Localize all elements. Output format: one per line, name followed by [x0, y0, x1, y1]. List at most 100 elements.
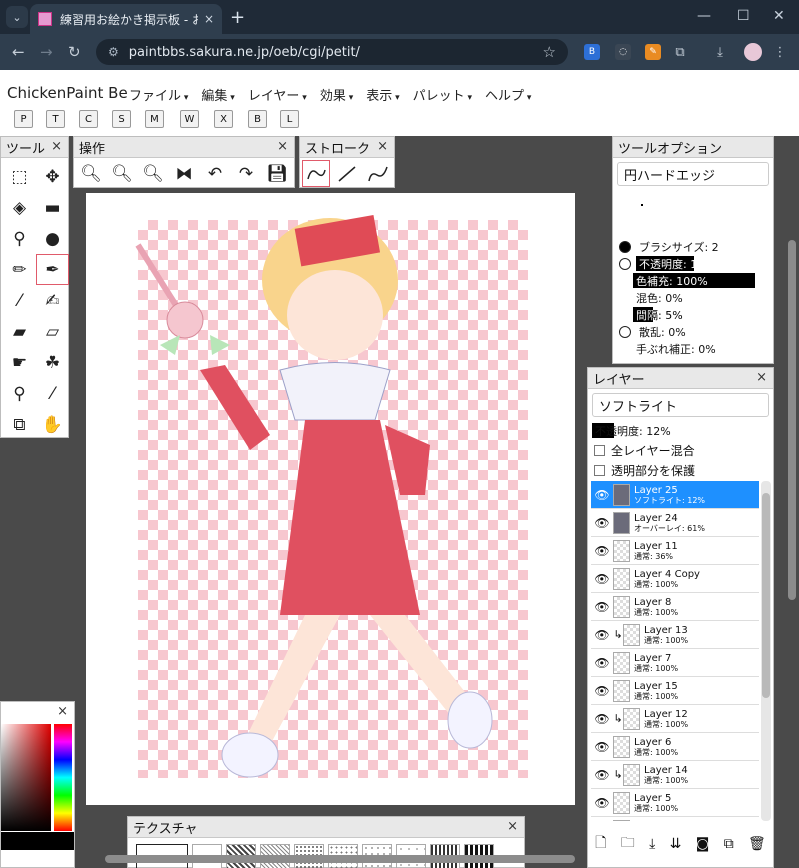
quick-button-p[interactable]: P [14, 110, 33, 128]
smudge-icon[interactable]: ☛ [4, 348, 35, 377]
flip-horizontal-icon[interactable]: ⧓ [171, 161, 197, 186]
rect-select-icon[interactable]: ⬚ [4, 162, 35, 191]
visibility-eye-icon[interactable]: 👁︎ [591, 684, 613, 698]
layer-row[interactable]: 👁︎ Layer 25 ソフトライト: 12% [591, 481, 759, 509]
menu-layer[interactable]: レイヤー [248, 85, 307, 104]
visibility-eye-icon[interactable]: 👁︎ [591, 600, 613, 614]
saturation-value-picker[interactable] [1, 724, 51, 831]
merge-down-icon[interactable]: ⤓ [649, 836, 655, 852]
layer-row[interactable]: 👁︎ ↳ Layer 12 通常: 100% [591, 705, 759, 733]
zoom-in-icon[interactable]: 🔍︎ [78, 161, 104, 186]
visibility-eye-icon[interactable]: 👁︎ [591, 628, 613, 642]
blender-icon[interactable]: ☘ [37, 348, 68, 377]
site-info-icon[interactable]: ⚙ [108, 45, 119, 59]
quick-button-m[interactable]: M [145, 110, 164, 128]
layer-scroll-thumb[interactable] [762, 493, 770, 698]
visibility-eye-icon[interactable]: 👁︎ [591, 740, 613, 754]
zoom-100-icon[interactable]: 🔍︎ [140, 161, 166, 186]
new-folder-icon[interactable]: 🗀 [621, 832, 635, 856]
duplicate-layer-icon[interactable]: ⧉ [724, 836, 734, 852]
extension-b-icon[interactable]: B [584, 44, 600, 60]
quick-button-c[interactable]: C [79, 110, 98, 128]
watercolor-icon[interactable]: ✍ [37, 286, 68, 315]
gradient-icon[interactable]: ▬ [37, 193, 68, 222]
extensions-puzzle-icon[interactable]: ⧉ [672, 44, 688, 60]
layer-row[interactable]: 👁︎Layer 21 [591, 817, 759, 821]
menu-palette[interactable]: パレット [413, 85, 472, 104]
visibility-eye-icon[interactable]: 👁︎ [591, 796, 613, 810]
minimize-button[interactable]: — [697, 8, 711, 24]
layer-opacity-slider[interactable]: 不透明度: 12% [592, 423, 671, 438]
layer-row[interactable]: 👁︎ Layer 6 通常: 100% [591, 733, 759, 761]
close-icon[interactable]: × [51, 139, 62, 154]
layer-row[interactable]: 👁︎ Layer 24 オーバーレイ: 61% [591, 509, 759, 537]
layer-row[interactable]: 👁︎ Layer 5 通常: 100% [591, 789, 759, 817]
menu-edit[interactable]: 編集 [201, 85, 234, 104]
brush-tip-select[interactable]: 円ハードエッジ [617, 162, 769, 186]
delete-layer-icon[interactable]: 🗑 [748, 836, 766, 852]
close-icon[interactable]: × [507, 819, 518, 834]
quick-button-b[interactable]: B [248, 110, 267, 128]
tab-search-button[interactable]: ⌄ [6, 6, 28, 28]
menu-effects[interactable]: 効果 [320, 85, 353, 104]
transform-icon[interactable]: ⧉ [4, 410, 35, 439]
tab-close-icon[interactable]: × [204, 12, 214, 26]
layer-row[interactable]: 👁︎ Layer 8 通常: 100% [591, 593, 759, 621]
quick-button-s[interactable]: S [112, 110, 131, 128]
forward-arrow-icon[interactable]: → [40, 43, 53, 61]
close-icon[interactable]: × [377, 139, 388, 154]
extension-orange-icon[interactable]: ✎ [645, 44, 661, 60]
download-icon[interactable]: ⤓ [712, 44, 728, 60]
undo-icon[interactable]: ↶ [202, 161, 228, 186]
close-icon[interactable]: × [277, 139, 288, 154]
smoothing-slider[interactable]: 手ぶれ補正: 0% [633, 341, 716, 356]
quick-button-l[interactable]: L [280, 110, 299, 128]
layer-row[interactable]: 👁︎ ↳ Layer 14 通常: 100% [591, 761, 759, 789]
visibility-eye-icon[interactable]: 👁︎ [591, 768, 613, 782]
url-text[interactable]: paintbbs.sakura.ne.jp/oeb/cgi/petit/ [129, 45, 543, 60]
visibility-eye-icon[interactable]: 👁︎ [591, 488, 613, 502]
scatter-slider[interactable]: 散乱: 0% [636, 324, 686, 339]
dodge-icon[interactable]: ⚲ [4, 379, 35, 408]
visibility-eye-icon[interactable]: 👁︎ [591, 516, 613, 530]
redo-icon[interactable]: ↷ [233, 161, 259, 186]
merge-all-checkbox[interactable] [594, 444, 605, 456]
eyedropper-icon[interactable]: ⚲ [4, 224, 35, 253]
hue-slider[interactable] [54, 724, 72, 831]
pen-icon[interactable]: ✒ [36, 254, 69, 285]
new-layer-icon[interactable]: 🗋 [595, 832, 606, 856]
move-icon[interactable]: ✥ [37, 162, 68, 191]
close-icon[interactable]: × [756, 370, 767, 385]
browser-menu-icon[interactable]: ⋮ [772, 44, 788, 60]
layer-row[interactable]: 👁︎ ↳ Layer 13 通常: 100% [591, 621, 759, 649]
canvas-horizontal-scrollbar[interactable] [105, 855, 575, 863]
close-window-button[interactable]: ✕ [773, 8, 785, 24]
airbrush-icon[interactable]: ⁄ [4, 286, 35, 315]
profile-avatar[interactable] [744, 43, 762, 61]
layer-row[interactable]: 👁︎ Layer 7 通常: 100% [591, 649, 759, 677]
merge-layer-icon[interactable]: ⇊ [670, 836, 682, 852]
bookmark-star-icon[interactable]: ☆ [543, 43, 556, 61]
opacity-radio[interactable] [619, 257, 631, 270]
blend-mode-select[interactable]: ソフトライト [592, 393, 769, 417]
quick-button-x[interactable]: X [214, 110, 233, 128]
zoom-out-icon[interactable]: 🔍︎ [109, 161, 135, 186]
reload-icon[interactable]: ↻ [68, 43, 81, 61]
soft-eraser-icon[interactable]: ▱ [37, 317, 68, 346]
scatter-radio[interactable] [619, 325, 631, 338]
menu-file[interactable]: ファイル [129, 85, 188, 104]
protect-alpha-checkbox[interactable] [594, 464, 605, 476]
visibility-eye-icon[interactable]: 👁︎ [591, 544, 613, 558]
color-fill-slider[interactable]: 色補充: 100% [633, 273, 755, 288]
brush-size-slider[interactable]: ブラシサイズ: 2 [636, 239, 773, 254]
quick-button-w[interactable]: W [180, 110, 199, 128]
brush-size-radio[interactable] [619, 240, 631, 253]
visibility-eye-icon[interactable]: 👁︎ [591, 656, 613, 670]
visibility-eye-icon[interactable]: 👁︎ [591, 712, 613, 726]
line-stroke-icon[interactable] [334, 161, 360, 186]
bezier-stroke-icon[interactable] [365, 161, 391, 186]
browser-tab[interactable]: 練習用お絵かき掲示板 - お絵かき × [30, 4, 222, 34]
new-tab-button[interactable]: + [230, 7, 245, 28]
hand-pan-icon[interactable]: ✋ [37, 410, 68, 439]
visibility-eye-icon[interactable]: 👁︎ [591, 572, 613, 586]
